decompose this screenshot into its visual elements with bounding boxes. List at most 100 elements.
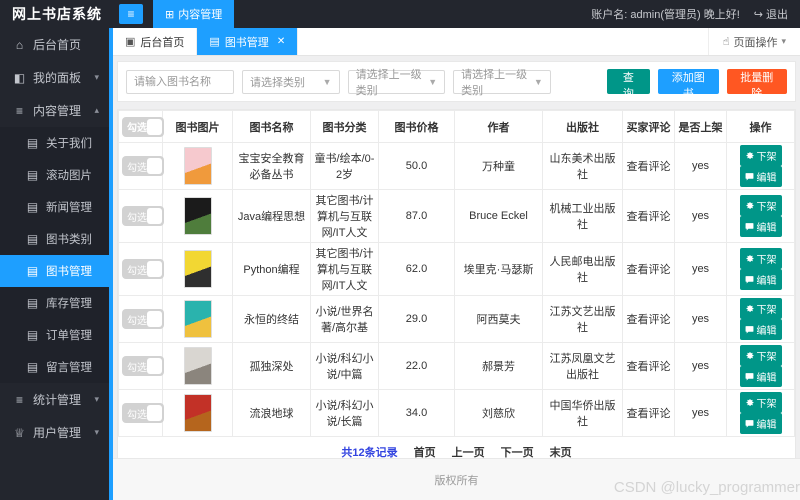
- cell-cover: [162, 295, 233, 343]
- row-select-switch[interactable]: 勾选: [122, 206, 164, 226]
- tab-图书管理[interactable]: ▤ 图书管理 ✕: [197, 28, 299, 55]
- sidebar-subitem-库存管理[interactable]: ▤ 库存管理: [0, 287, 109, 319]
- filter-bar: 请选择类别 ▼ 请选择上一级类别 ▼ 请选择上一级类别 ▼ 查询 添加图书 批量删除: [117, 61, 796, 102]
- panel-icon: ◧: [13, 70, 26, 85]
- close-icon[interactable]: ✕: [277, 36, 285, 47]
- cell-on-shelf: yes: [674, 295, 727, 343]
- cell-check: 勾选: [118, 242, 164, 296]
- book-cover-image: [183, 300, 212, 338]
- cell-comments: 查看评论: [622, 295, 675, 343]
- cell-author: Bruce Eckel: [454, 189, 543, 243]
- category-select[interactable]: 请选择类别 ▼: [242, 69, 340, 94]
- content-area: ▣ 后台首页 ▤ 图书管理 ✕ ☝ 页面操作 ▾ 请选择类别 ▼ 请选择上一级类别 ▼: [113, 28, 800, 500]
- sidebar-item-我的面板[interactable]: ◧ 我的面板 ▾: [0, 61, 109, 94]
- off-shelf-button[interactable]: 下架: [739, 345, 782, 366]
- select-all-switch[interactable]: 勾选: [122, 116, 164, 137]
- sidebar-item-后台首页[interactable]: ⌂ 后台首页: [0, 28, 109, 61]
- parent-category-select-1[interactable]: 请选择上一级类别 ▼: [347, 69, 446, 97]
- column-header: 出版社: [542, 110, 623, 143]
- off-shelf-button[interactable]: 下架: [739, 145, 782, 166]
- column-header: 图书名称: [232, 110, 311, 143]
- edit-button[interactable]: 编辑: [739, 269, 782, 290]
- column-header: 图书分类: [310, 110, 379, 143]
- query-button[interactable]: 查询: [606, 69, 650, 100]
- row-select-switch[interactable]: 勾选: [122, 156, 164, 176]
- view-comments-link[interactable]: 查看评论: [627, 361, 671, 373]
- row-select-switch[interactable]: 勾选: [122, 259, 164, 279]
- cell-cover: [162, 242, 233, 296]
- cell-publisher: 江苏凤凰文艺出版社: [542, 342, 623, 390]
- add-book-button[interactable]: 添加图书: [657, 69, 719, 100]
- parent-category-select-2[interactable]: 请选择上一级类别 ▼: [453, 69, 551, 97]
- cell-publisher: 人民邮电出版社: [542, 242, 623, 296]
- cell-price: 29.0: [378, 295, 455, 343]
- cell-publisher: 机械工业出版社: [542, 189, 623, 243]
- cell-category: 童书/绘本/0-2岁: [310, 142, 379, 190]
- edit-button[interactable]: 编辑: [739, 319, 782, 340]
- hamburger-icon: ≡: [127, 7, 135, 21]
- view-comments-link[interactable]: 查看评论: [627, 408, 671, 420]
- cell-check: 勾选: [118, 142, 164, 190]
- view-comments-link[interactable]: 查看评论: [627, 161, 671, 173]
- edit-button[interactable]: 编辑: [739, 166, 782, 187]
- view-comments-link[interactable]: 查看评论: [627, 264, 671, 276]
- view-comments-link[interactable]: 查看评论: [627, 314, 671, 326]
- row-select-switch[interactable]: 勾选: [122, 309, 164, 329]
- chevron-down-icon: ▼: [322, 76, 332, 87]
- sidebar-subitem-label: 关于我们: [46, 138, 92, 150]
- edit-button[interactable]: 编辑: [739, 413, 782, 434]
- sidebar-toggle-button[interactable]: ≡: [119, 4, 143, 24]
- cell-publisher: 山东美术出版社: [542, 142, 623, 190]
- column-header: 图书图片: [162, 110, 233, 143]
- sidebar-item-统计管理[interactable]: ≡ 统计管理 ▾: [0, 383, 109, 416]
- book-icon: ▤: [209, 36, 220, 48]
- topnav-tab-content[interactable]: ⊞ 内容管理: [153, 0, 235, 28]
- edit-button[interactable]: 编辑: [739, 216, 782, 237]
- off-shelf-button[interactable]: 下架: [739, 248, 782, 269]
- row-select-switch[interactable]: 勾选: [122, 403, 164, 423]
- page-actions-label: 页面操作: [733, 36, 778, 49]
- sidebar-subitem-关于我们[interactable]: ▤ 关于我们: [0, 127, 109, 159]
- logout-button[interactable]: ↪ 退出: [754, 6, 788, 22]
- sidebar-item-用户管理[interactable]: ♕ 用户管理 ▾: [0, 416, 109, 449]
- logout-icon: ↪: [753, 8, 763, 21]
- edit-button[interactable]: 编辑: [739, 366, 782, 387]
- document-icon: ▤: [26, 200, 39, 214]
- book-cover-image: [183, 347, 212, 385]
- crown-icon: ♕: [14, 425, 25, 440]
- topbar: 网上书店系统 ≡ ⊞ 内容管理 账户名: admin(管理员) 晚上好! ↪ 退…: [0, 0, 800, 28]
- cell-author: 刘慈欣: [454, 389, 543, 437]
- book-name-input[interactable]: [126, 69, 234, 94]
- off-shelf-button[interactable]: 下架: [739, 298, 782, 319]
- sidebar-subitem-新闻管理[interactable]: ▤ 新闻管理: [0, 191, 109, 223]
- page-actions-dropdown[interactable]: ☝ 页面操作 ▾: [707, 28, 800, 55]
- cell-publisher: 中国华侨出版社: [542, 389, 623, 437]
- sidebar-item-内容管理[interactable]: ≡ 内容管理 ▴: [0, 94, 109, 127]
- sidebar-subitem-订单管理[interactable]: ▤ 订单管理: [0, 319, 109, 351]
- sidebar-subitem-图书类别[interactable]: ▤ 图书类别: [0, 223, 109, 255]
- cell-author: 阿西莫夫: [454, 295, 543, 343]
- sidebar-subitem-滚动图片[interactable]: ▤ 滚动图片: [0, 159, 109, 191]
- comment-icon: [745, 326, 753, 334]
- sidebar: ⌂ 后台首页 ◧ 我的面板 ▾ ≡ 内容管理 ▴ ▤ 关于我们 ▤ 滚动图片 ▤ 新闻管理 ▤ 图书类别 ▤ 图书…: [0, 28, 113, 500]
- sidebar-subitem-留言管理[interactable]: ▤ 留言管理: [0, 351, 109, 383]
- cell-actions: 下架 编辑: [726, 242, 795, 296]
- gear-icon: [746, 254, 754, 263]
- cell-actions: 下架 编辑: [726, 389, 795, 437]
- off-shelf-button[interactable]: 下架: [739, 195, 782, 216]
- cell-check: 勾选: [118, 342, 164, 390]
- bulk-delete-button[interactable]: 批量删除: [726, 69, 788, 100]
- chevron-down-icon: ▼: [533, 76, 543, 87]
- cell-check: 勾选: [118, 389, 164, 437]
- off-shelf-button[interactable]: 下架: [739, 392, 782, 413]
- comment-icon: [745, 373, 753, 381]
- book-cover-image: [183, 250, 212, 288]
- sidebar-subitem-图书管理[interactable]: ▤ 图书管理: [0, 255, 109, 287]
- tabbar: ▣ 后台首页 ▤ 图书管理 ✕ ☝ 页面操作 ▾: [113, 28, 800, 56]
- cell-comments: 查看评论: [622, 142, 675, 190]
- tab-后台首页[interactable]: ▣ 后台首页: [113, 28, 198, 55]
- cell-category: 其它图书/计算机与互联网/IT人文: [310, 189, 379, 243]
- view-comments-link[interactable]: 查看评论: [627, 211, 671, 223]
- row-select-switch[interactable]: 勾选: [122, 356, 164, 376]
- cell-publisher: 江苏文艺出版社: [542, 295, 623, 343]
